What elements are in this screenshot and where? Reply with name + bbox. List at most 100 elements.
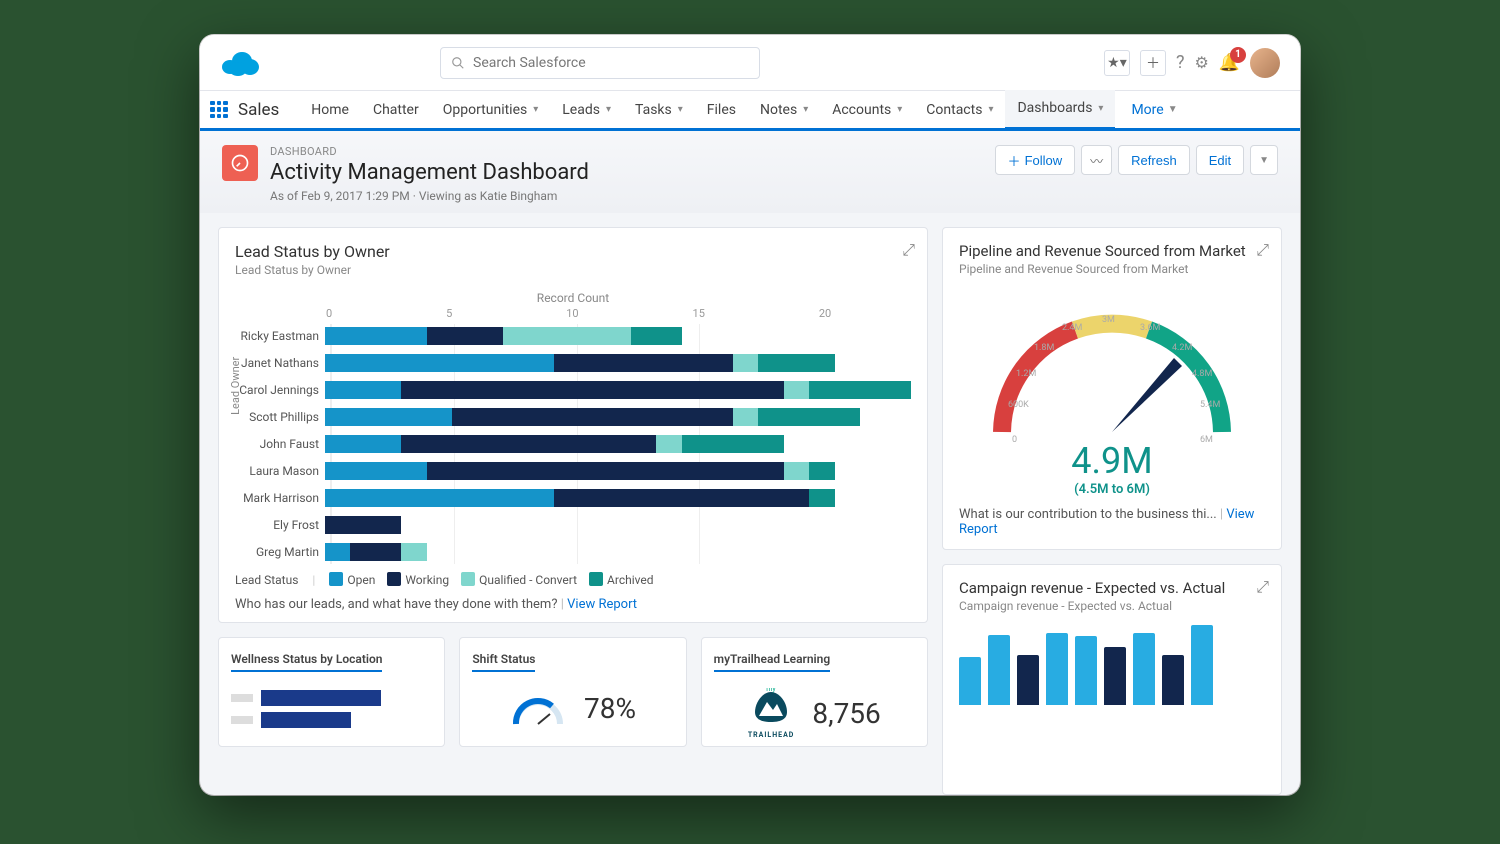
chevron-down-icon: ▾	[803, 104, 808, 115]
favorites-button[interactable]: ★▾	[1104, 50, 1130, 76]
chevron-down-icon: ▾	[1098, 103, 1103, 114]
chevron-down-icon: ▼	[1168, 104, 1178, 115]
svg-text:6M: 6M	[1200, 435, 1213, 445]
shift-value: 78%	[584, 692, 636, 725]
follow-button[interactable]: ＋Follow	[995, 145, 1076, 175]
row-label: Laura Mason	[235, 464, 325, 478]
dashboard-body: ⤢ Lead Status by Owner Lead Status by Ow…	[200, 213, 1300, 795]
salesforce-window: Search Salesforce ★▾ ＋ ? ⚙ 🔔 1 Sales Hom…	[200, 35, 1300, 795]
chevron-down-icon: ▾	[988, 104, 993, 115]
chevron-down-icon: ▾	[606, 104, 611, 115]
chart-row: Janet Nathans	[235, 351, 911, 375]
svg-text:5.4M: 5.4M	[1200, 400, 1220, 410]
bar-segment-working	[427, 462, 784, 480]
nav-item-dashboards[interactable]: Dashboards▾	[1005, 90, 1115, 130]
bar-segment-qualified-convert	[503, 327, 630, 345]
mini-bar	[1104, 647, 1126, 705]
nav-item-tasks[interactable]: Tasks▾	[623, 90, 695, 130]
refresh-button[interactable]: Refresh	[1118, 145, 1190, 175]
nav-item-notes[interactable]: Notes▾	[748, 90, 820, 130]
small-cards-row: Wellness Status by Location Shift Status	[218, 637, 928, 747]
view-report-link[interactable]: View Report	[567, 597, 637, 612]
row-label: Ely Frost	[235, 518, 325, 532]
chevron-down-icon: ▾	[533, 104, 538, 115]
nav-more[interactable]: More▼	[1119, 90, 1189, 130]
bar-segment-working	[554, 489, 809, 507]
svg-text:600K: 600K	[1008, 400, 1029, 410]
nav-item-files[interactable]: Files	[695, 90, 748, 130]
chart-row: Ricky Eastman	[235, 324, 911, 348]
row-label: Scott Phillips	[235, 410, 325, 424]
bar-segment-archived	[682, 435, 784, 453]
mini-bar	[1075, 636, 1097, 705]
row-label: Carol Jennings	[235, 383, 325, 397]
chart-row: Laura Mason	[235, 459, 911, 483]
notifications-button[interactable]: 🔔 1	[1219, 53, 1240, 73]
campaign-bar-chart	[959, 625, 1265, 705]
edit-button[interactable]: Edit	[1196, 145, 1244, 175]
bar-segment-working	[452, 408, 732, 426]
wellness-card: Wellness Status by Location	[218, 637, 445, 747]
expand-icon[interactable]: ⤢	[1256, 577, 1269, 597]
bar-segment-working	[325, 516, 401, 534]
nav-item-leads[interactable]: Leads▾	[550, 90, 623, 130]
app-name: Sales	[238, 100, 279, 120]
mini-bar	[1017, 655, 1039, 705]
nav-item-opportunities[interactable]: Opportunities▾	[431, 90, 551, 130]
card-subtitle: Lead Status by Owner	[235, 263, 911, 277]
expand-icon[interactable]: ⤢	[1256, 240, 1269, 260]
left-column: ⤢ Lead Status by Owner Lead Status by Ow…	[218, 227, 928, 795]
chart-row: Carol Jennings	[235, 378, 911, 402]
nav-item-accounts[interactable]: Accounts▾	[820, 90, 914, 130]
bar-segment-archived	[758, 354, 834, 372]
search-icon	[451, 56, 465, 70]
svg-text:3.6M: 3.6M	[1140, 323, 1160, 333]
bar-segment-working	[554, 354, 732, 372]
global-search[interactable]: Search Salesforce	[440, 47, 760, 79]
nav-item-home[interactable]: Home	[299, 90, 361, 130]
svg-text:1.8M: 1.8M	[1034, 343, 1054, 353]
mini-bar	[959, 657, 981, 705]
bar-segment-archived	[758, 408, 860, 426]
bar-segment-working	[427, 327, 503, 345]
pipeline-gauge-card: ⤢ Pipeline and Revenue Sourced from Mark…	[942, 227, 1282, 550]
app-launcher-icon[interactable]	[210, 101, 228, 119]
row-label: Greg Martin	[235, 545, 325, 559]
page-meta: As of Feb 9, 2017 1:29 PM · Viewing as K…	[270, 189, 589, 203]
more-actions-button[interactable]: ▼	[1250, 145, 1278, 175]
chart-ylabel: Lead Owner	[229, 357, 242, 415]
mini-bar	[1133, 633, 1155, 705]
mini-bar	[988, 635, 1010, 705]
svg-text:1.2M: 1.2M	[1016, 369, 1036, 379]
chart-settings-button[interactable]: 〰	[1081, 145, 1112, 175]
bar-segment-qualified-convert	[784, 462, 809, 480]
bar-segment-archived	[809, 489, 834, 507]
add-button[interactable]: ＋	[1140, 50, 1166, 76]
trailhead-card: myTrailhead Learning my TRAILHEAD 8,756	[701, 637, 928, 747]
bar-segment-open	[325, 408, 452, 426]
page-actions: ＋Follow 〰 Refresh Edit ▼	[995, 145, 1278, 175]
chart-row: Greg Martin	[235, 540, 911, 564]
legend-item: Open	[329, 573, 375, 587]
user-avatar[interactable]	[1250, 48, 1280, 78]
row-label: Janet Nathans	[235, 356, 325, 370]
nav-item-chatter[interactable]: Chatter	[361, 90, 431, 130]
chart-row: Ely Frost	[235, 513, 911, 537]
object-label: DASHBOARD	[270, 145, 589, 158]
nav-item-contacts[interactable]: Contacts▾	[914, 90, 1005, 130]
row-label: John Faust	[235, 437, 325, 451]
settings-icon[interactable]: ⚙	[1194, 53, 1208, 72]
bar-segment-qualified-convert	[733, 408, 758, 426]
bar-segment-working	[401, 381, 783, 399]
card-subtitle: Campaign revenue - Expected vs. Actual	[959, 599, 1265, 613]
row-label: Mark Harrison	[235, 491, 325, 505]
help-icon[interactable]: ?	[1176, 52, 1185, 73]
chart-row: John Faust	[235, 432, 911, 456]
chart-row: Mark Harrison	[235, 486, 911, 510]
mini-bar	[1191, 625, 1213, 705]
expand-icon[interactable]: ⤢	[902, 240, 915, 260]
dashboard-icon	[222, 145, 258, 181]
bar-segment-open	[325, 489, 554, 507]
svg-text:4.2M: 4.2M	[1172, 343, 1192, 353]
card-title: Pipeline and Revenue Sourced from Market	[959, 242, 1265, 260]
